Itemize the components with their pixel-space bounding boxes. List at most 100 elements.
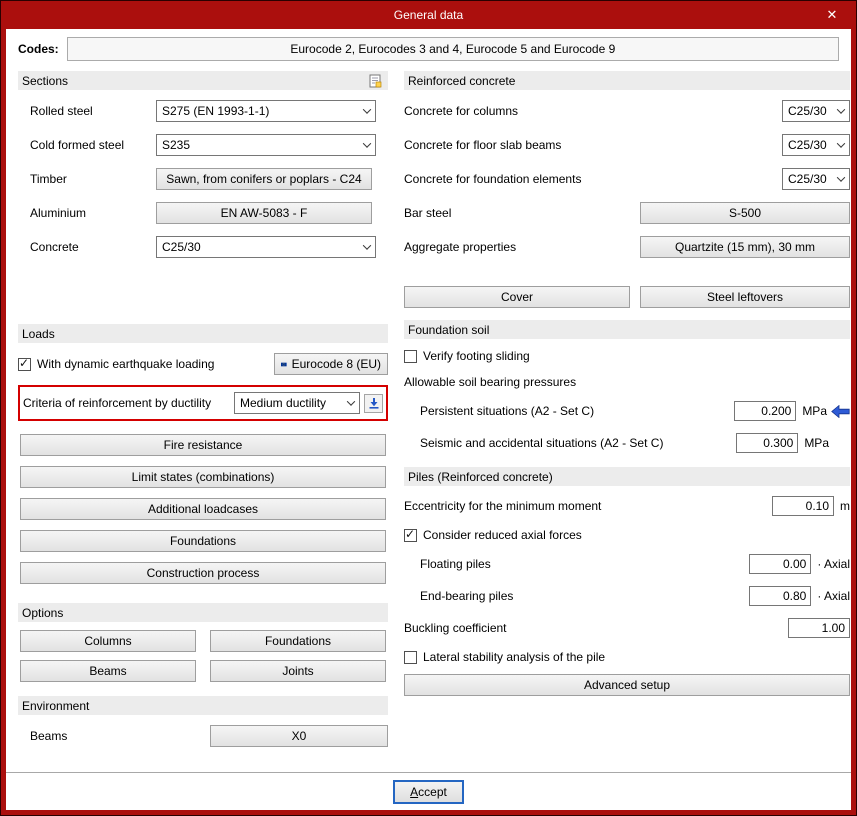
copy-value-button[interactable] (829, 404, 850, 418)
buckling-row: Buckling coefficient (404, 618, 850, 638)
notepad-icon (369, 74, 382, 87)
rolled-steel-row: Rolled steel S275 (EN 1993-1-1) (30, 100, 388, 122)
concrete-columns-select[interactable]: C25/30 (782, 100, 850, 122)
environment-beams-button[interactable]: X0 (210, 725, 388, 747)
general-data-dialog: General data ✕ Codes: Eurocode 2, Euroco… (0, 0, 857, 816)
earthquake-row: With dynamic earthquake loading Euroco (18, 353, 388, 375)
eccentricity-row: Eccentricity for the minimum moment m (404, 496, 850, 516)
aluminium-label: Aluminium (30, 206, 87, 220)
bar-steel-label: Bar steel (404, 206, 452, 220)
end-bearing-piles-label: End-bearing piles (420, 589, 514, 603)
sections-codes-button[interactable] (367, 73, 384, 89)
end-bearing-piles-row: End-bearing piles · Axial (420, 586, 850, 606)
chevron-down-icon (836, 105, 846, 114)
codes-label: Codes: (18, 42, 59, 56)
chevron-down-icon (362, 241, 372, 250)
concrete-floor-slab-label: Concrete for floor slab beams (404, 138, 562, 152)
eurocode8-label: Eurocode 8 (EU) (291, 357, 381, 371)
earthquake-checkbox[interactable] (18, 356, 31, 371)
codes-value-field[interactable]: Eurocode 2, Eurocodes 3 and 4, Eurocode … (66, 37, 839, 61)
concrete-foundation-select[interactable]: C25/30 (782, 168, 850, 190)
limit-states-button[interactable]: Limit states (combinations) (20, 466, 386, 488)
floating-piles-unit: · Axial (817, 557, 850, 571)
piles-group-header: Piles (Reinforced concrete) (404, 467, 850, 486)
window-title: General data (393, 8, 464, 22)
rolled-steel-label: Rolled steel (30, 104, 93, 118)
verify-sliding-checkbox[interactable] (404, 349, 417, 363)
cold-formed-steel-select[interactable]: S235 (156, 134, 376, 156)
chevron-down-icon (346, 397, 356, 406)
ductility-info-button[interactable] (364, 393, 383, 413)
aluminium-button[interactable]: EN AW-5083 - F (156, 202, 372, 224)
verify-sliding-label: Verify footing sliding (423, 349, 530, 363)
bar-steel-button[interactable]: S-500 (640, 202, 850, 224)
right-column: Reinforced concrete Concrete for columns… (404, 69, 850, 772)
accept-button[interactable]: Accept (393, 779, 464, 804)
persistent-input[interactable] (734, 401, 797, 421)
lateral-stability-checkbox[interactable] (404, 650, 417, 664)
floating-piles-row: Floating piles · Axial (420, 554, 850, 574)
accept-label-rest: ccept (418, 784, 447, 799)
aggregate-row: Aggregate properties Quartzite (15 mm), … (404, 236, 850, 258)
concrete-select[interactable]: C25/30 (156, 236, 376, 258)
titlebar[interactable]: General data ✕ (6, 1, 851, 29)
steel-leftovers-button[interactable]: Steel leftovers (640, 286, 850, 308)
concrete-floor-slab-row: Concrete for floor slab beams C25/30 (404, 134, 850, 156)
chevron-down-icon (836, 173, 846, 182)
sections-header-label: Sections (22, 73, 69, 88)
advanced-setup-button[interactable]: Advanced setup (404, 674, 850, 696)
pressures-label: Allowable soil bearing pressures (404, 375, 577, 389)
concrete-floor-slab-select[interactable]: C25/30 (782, 134, 850, 156)
persistent-label: Persistent situations (A2 - Set C) (420, 404, 595, 418)
chevron-down-icon (362, 139, 372, 148)
cold-formed-steel-row: Cold formed steel S235 (30, 134, 388, 156)
aggregate-button[interactable]: Quartzite (15 mm), 30 mm (640, 236, 850, 258)
reduced-axial-label: Consider reduced axial forces (423, 528, 582, 542)
timber-button[interactable]: Sawn, from conifers or poplars - C24 (156, 168, 372, 190)
timber-label: Timber (30, 172, 67, 186)
seismic-label: Seismic and accidental situations (A2 - … (420, 436, 664, 450)
loads-group-header: Loads (18, 324, 388, 343)
options-group-header: Options (18, 603, 388, 622)
cover-button[interactable]: Cover (404, 286, 630, 308)
rolled-steel-select[interactable]: S275 (EN 1993-1-1) (156, 100, 376, 122)
timber-row: Timber Sawn, from conifers or poplars - … (30, 168, 388, 190)
lateral-stability-row: Lateral stability analysis of the pile (404, 650, 850, 664)
close-button[interactable]: ✕ (821, 6, 843, 24)
arrow-down-to-line-icon (369, 398, 378, 409)
foundation-soil-header-label: Foundation soil (408, 322, 490, 337)
eccentricity-label: Eccentricity for the minimum moment (404, 499, 602, 513)
options-foundations-button[interactable]: Foundations (210, 630, 386, 652)
options-grid: Columns Foundations Beams Joints (20, 630, 386, 682)
cold-formed-steel-value: S235 (162, 138, 191, 152)
end-bearing-piles-input[interactable] (749, 586, 812, 606)
additional-loadcases-button[interactable]: Additional loadcases (20, 498, 386, 520)
floating-piles-input[interactable] (749, 554, 812, 574)
dialog-body: Sections Rolled steel S275 (EN 1993-1-1) (6, 65, 851, 772)
eurocode8-button[interactable]: Eurocode 8 (EU) (274, 353, 388, 375)
accept-mnemonic: A (410, 784, 419, 799)
options-joints-button[interactable]: Joints (210, 660, 386, 682)
options-beams-button[interactable]: Beams (20, 660, 196, 682)
loads-header-label: Loads (22, 326, 55, 341)
reduced-axial-checkbox[interactable] (404, 527, 417, 542)
ductility-select[interactable]: Medium ductility (234, 392, 360, 414)
options-columns-button[interactable]: Columns (20, 630, 196, 652)
construction-process-button[interactable]: Construction process (20, 562, 386, 584)
piles-header-label: Piles (Reinforced concrete) (408, 469, 553, 484)
buckling-input[interactable] (788, 618, 850, 638)
earthquake-label: With dynamic earthquake loading (37, 357, 215, 371)
concrete-row: Concrete C25/30 (30, 236, 388, 258)
concrete-columns-value: C25/30 (788, 104, 827, 118)
dialog-footer: Accept (6, 772, 851, 810)
eccentricity-input[interactable] (772, 496, 834, 516)
reduced-axial-row: Consider reduced axial forces (404, 527, 850, 542)
foundations-button[interactable]: Foundations (20, 530, 386, 552)
seismic-input[interactable] (736, 433, 799, 453)
fire-resistance-button[interactable]: Fire resistance (20, 434, 386, 456)
floating-piles-label: Floating piles (420, 557, 491, 571)
reinforced-concrete-header-label: Reinforced concrete (408, 73, 516, 88)
environment-group-header: Environment (18, 696, 388, 715)
eccentricity-unit: m (840, 499, 850, 513)
environment-beams-label: Beams (30, 729, 68, 743)
